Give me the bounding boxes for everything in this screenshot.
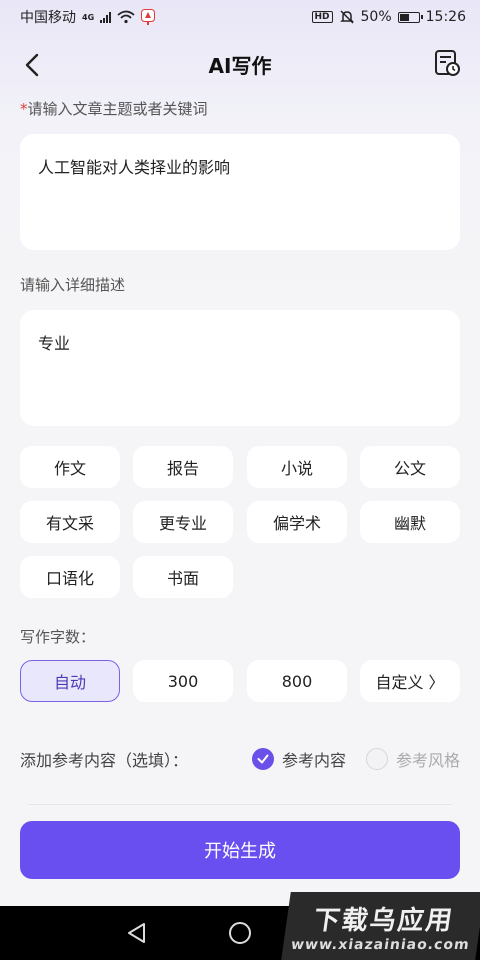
style-chip-official[interactable]: 公文: [360, 446, 460, 488]
watermark-main-text: 下载乌应用: [311, 905, 456, 936]
signal-icon: [100, 11, 112, 23]
style-chip-academic[interactable]: 偏学术: [247, 501, 347, 543]
battery-icon: [397, 11, 423, 23]
network-type-label: 4G: [82, 13, 95, 22]
site-watermark: 下载乌应用 www.xiazainiao.com: [281, 892, 480, 960]
nav-back-icon[interactable]: [124, 921, 150, 945]
reference-row: 添加参考内容（选填）： 参考内容 参考风格: [20, 744, 460, 774]
radio-reference-content-label: 参考内容: [281, 751, 346, 770]
word-count-300[interactable]: 300: [133, 660, 233, 702]
carrier-label: 中国移动: [20, 10, 76, 26]
chevron-left-icon: [25, 53, 39, 77]
battery-fill: [399, 13, 409, 21]
radio-checked-icon: [251, 748, 274, 770]
watermark-url-text: www.xiazainiao.com: [289, 936, 471, 953]
title-bar: AI写作: [0, 38, 480, 90]
nav-home-icon[interactable]: [228, 921, 252, 945]
start-generate-button[interactable]: 开始生成: [20, 821, 460, 879]
word-count-custom[interactable]: 自定义 〉: [360, 660, 460, 702]
mute-bell-icon: [339, 10, 354, 24]
detail-input[interactable]: 专业: [20, 310, 460, 426]
status-right: HD 50% 15:26: [311, 9, 466, 25]
history-document-icon: [435, 50, 460, 76]
style-chip-novel[interactable]: 小说: [247, 446, 347, 488]
hd-icon: HD: [311, 11, 333, 23]
topic-label: *请输入文章主题或者关键词: [20, 98, 208, 119]
word-count-label: 写作字数：: [20, 628, 96, 646]
required-mark: *: [20, 100, 28, 118]
word-count-800[interactable]: 800: [247, 660, 347, 702]
word-count-auto[interactable]: 自动: [20, 660, 120, 702]
clock: 15:26: [425, 9, 466, 25]
notification-app-icon: [141, 9, 156, 25]
wifi-icon: [117, 10, 135, 24]
style-chip-report[interactable]: 报告: [133, 446, 233, 488]
back-button[interactable]: [18, 50, 48, 80]
style-chip-essay[interactable]: 作文: [20, 446, 120, 488]
style-chip-colloquial[interactable]: 口语化: [20, 556, 120, 598]
detail-label: 请输入详细描述: [20, 276, 126, 294]
radio-reference-content[interactable]: 参考内容: [251, 747, 346, 771]
history-button[interactable]: [432, 48, 462, 78]
status-left: 中国移动 4G: [20, 7, 156, 27]
style-chip-literary[interactable]: 有文采: [20, 501, 120, 543]
style-chip-professional[interactable]: 更专业: [133, 501, 233, 543]
detail-input-value: 专业: [38, 334, 71, 353]
radio-reference-style-label: 参考风格: [395, 751, 460, 770]
style-chip-written[interactable]: 书面: [133, 556, 233, 598]
reference-label: 添加参考内容（选填）：: [20, 751, 189, 770]
style-chip-humorous[interactable]: 幽默: [360, 501, 460, 543]
status-bar: 中国移动 4G HD 50% 15:26: [0, 0, 480, 34]
radio-unchecked-icon: [365, 748, 388, 770]
page-title: AI写作: [208, 53, 272, 78]
topic-input-value: 人工智能对人类择业的影响: [38, 158, 231, 177]
divider: [28, 804, 452, 805]
topic-label-text: 请输入文章主题或者关键词: [27, 100, 208, 118]
topic-input[interactable]: 人工智能对人类择业的影响: [20, 134, 460, 250]
radio-reference-style[interactable]: 参考风格: [365, 747, 460, 771]
battery-percent: 50%: [360, 9, 392, 25]
